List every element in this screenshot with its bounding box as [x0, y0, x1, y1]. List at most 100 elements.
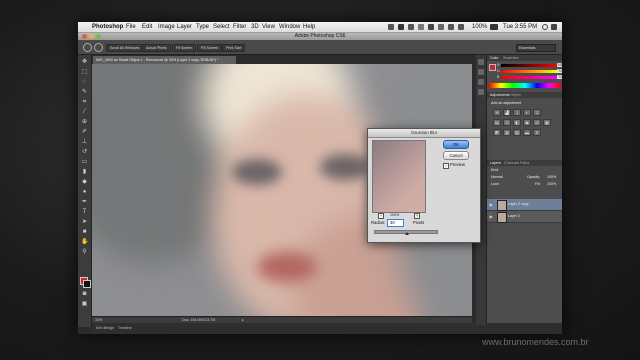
menu-3d[interactable]: 3D: [251, 23, 259, 31]
gradient-map-adjustment-icon[interactable]: ▬: [523, 129, 531, 136]
tab-layers[interactable]: Layers: [490, 161, 501, 166]
blend-mode-select[interactable]: Normal: [491, 175, 503, 180]
gradient-tool-icon[interactable]: ▮: [81, 169, 88, 175]
ps-tray-icon[interactable]: [388, 24, 394, 30]
fit-screen-button[interactable]: Fit Screen: [172, 44, 197, 52]
tab-styles[interactable]: Styles: [511, 93, 521, 98]
mini-bridge-tab[interactable]: Mini Bridge: [96, 325, 114, 331]
opacity-value[interactable]: 100%: [547, 175, 556, 180]
quick-selection-tool-icon[interactable]: ✎: [81, 89, 88, 95]
menu-type[interactable]: Type: [196, 23, 209, 31]
menu-filter[interactable]: Filter: [233, 23, 246, 31]
shape-tool-icon[interactable]: ■: [81, 229, 88, 235]
tab-swatches[interactable]: Swatches: [503, 56, 519, 61]
actual-pixels-button[interactable]: Actual Pixels: [142, 44, 171, 52]
blue-slider[interactable]: [501, 76, 557, 79]
crop-tool-icon[interactable]: ⌗: [81, 99, 88, 105]
hue-saturation-adjustment-icon[interactable]: ▤: [493, 119, 501, 126]
timeline-tab[interactable]: Timeline: [118, 325, 131, 331]
cancel-button[interactable]: Cancel: [443, 151, 469, 160]
brush-tool-icon[interactable]: ✐: [81, 129, 88, 135]
menu-select[interactable]: Select: [213, 23, 230, 31]
menu-app-name[interactable]: Photoshop: [92, 23, 123, 31]
workspace-switcher[interactable]: Essentials: [516, 44, 556, 52]
ok-button[interactable]: OK: [443, 140, 469, 149]
red-slider[interactable]: [501, 64, 557, 67]
tab-paths[interactable]: Paths: [520, 161, 529, 166]
blur-preview-window[interactable]: [372, 140, 426, 213]
menu-edit[interactable]: Edit: [142, 23, 152, 31]
preview-checkbox[interactable]: ✓: [443, 163, 449, 169]
invert-adjustment-icon[interactable]: ◩: [493, 129, 501, 136]
menu-file[interactable]: File: [126, 23, 136, 31]
color-lookup-adjustment-icon[interactable]: ▦: [543, 119, 551, 126]
visibility-eye-icon[interactable]: ◉: [489, 214, 493, 219]
properties-panel-icon[interactable]: [478, 69, 484, 75]
menu-layer[interactable]: Layer: [177, 23, 192, 31]
menu-help[interactable]: Help: [303, 23, 315, 31]
levels-adjustment-icon[interactable]: ▟: [503, 109, 511, 116]
pen-tool-icon[interactable]: ✒: [81, 199, 88, 205]
photo-filter-adjustment-icon[interactable]: ◉: [523, 119, 531, 126]
green-slider[interactable]: [501, 70, 557, 73]
history-panel-icon[interactable]: [478, 59, 484, 65]
minimize-window-button[interactable]: [89, 34, 94, 39]
fill-screen-button[interactable]: Fill Screen: [197, 44, 222, 52]
background-color-swatch[interactable]: [83, 280, 91, 288]
menu-view[interactable]: View: [262, 23, 275, 31]
color-balance-adjustment-icon[interactable]: ⚖: [503, 119, 511, 126]
curves-adjustment-icon[interactable]: ∫: [513, 109, 521, 116]
battery-icon[interactable]: [490, 24, 498, 30]
lasso-tool-icon[interactable]: ◌: [81, 79, 88, 85]
vibrance-adjustment-icon[interactable]: ▽: [533, 109, 541, 116]
radius-input[interactable]: 30: [387, 219, 404, 227]
tray-icon[interactable]: [398, 24, 404, 30]
zoom-tool-sidebar-icon[interactable]: ⚲: [81, 249, 88, 255]
dodge-tool-icon[interactable]: ●: [81, 189, 88, 195]
close-window-button[interactable]: [82, 34, 87, 39]
quick-mask-icon[interactable]: ◙: [81, 291, 88, 297]
zoom-tool-icon[interactable]: [83, 43, 92, 52]
red-value[interactable]: 245: [557, 63, 562, 67]
zoom-in-button[interactable]: +: [414, 213, 420, 219]
healing-brush-tool-icon[interactable]: ⊕: [81, 119, 88, 125]
menu-window[interactable]: Window: [279, 23, 300, 31]
zoom-out-button[interactable]: −: [378, 213, 384, 219]
eraser-tool-icon[interactable]: ▭: [81, 159, 88, 165]
character-panel-icon[interactable]: [478, 89, 484, 95]
eyedropper-tool-icon[interactable]: ⁄: [81, 109, 88, 115]
tab-channels[interactable]: Channels: [504, 161, 519, 166]
screen-mode-icon[interactable]: ▣: [81, 301, 88, 307]
volume-icon[interactable]: [458, 24, 464, 30]
wifi-icon[interactable]: [448, 24, 454, 30]
type-tool-icon[interactable]: T: [81, 209, 88, 215]
zoom-window-button[interactable]: [96, 34, 101, 39]
dialog-titlebar[interactable]: Gaussian Blur: [368, 129, 480, 138]
path-selection-tool-icon[interactable]: ➤: [81, 219, 88, 225]
threshold-adjustment-icon[interactable]: ▨: [513, 129, 521, 136]
time-machine-icon[interactable]: [438, 24, 444, 30]
green-value[interactable]: 72: [557, 69, 562, 73]
history-brush-tool-icon[interactable]: ↺: [81, 149, 88, 155]
clone-stamp-tool-icon[interactable]: ⊥: [81, 139, 88, 145]
layer-row[interactable]: ◉ Layer 2: [487, 211, 562, 223]
black-white-adjustment-icon[interactable]: ◧: [513, 119, 521, 126]
color-spectrum-ramp[interactable]: [489, 83, 561, 88]
panel-foreground-swatch[interactable]: [489, 64, 496, 71]
marquee-tool-icon[interactable]: ⬚: [81, 69, 88, 75]
fill-value[interactable]: 100%: [547, 182, 556, 187]
radius-slider-knob[interactable]: [405, 232, 410, 235]
layer-filter-kind[interactable]: Kind: [491, 168, 498, 173]
hand-tool-icon[interactable]: ✋: [81, 239, 88, 245]
menubar-clock[interactable]: Tue 3:55 PM: [503, 23, 537, 31]
layer-row[interactable]: ◉ Layer 2 copy: [487, 199, 562, 211]
channel-mixer-adjustment-icon[interactable]: ◎: [533, 119, 541, 126]
selective-color-adjustment-icon[interactable]: ✕: [533, 129, 541, 136]
menu-image[interactable]: Image: [158, 23, 175, 31]
exposure-adjustment-icon[interactable]: ◐: [523, 109, 531, 116]
info-panel-icon[interactable]: [478, 79, 484, 85]
tab-adjustments[interactable]: Adjustments: [490, 93, 510, 98]
sync-icon[interactable]: [418, 24, 424, 30]
posterize-adjustment-icon[interactable]: ▥: [503, 129, 511, 136]
dropbox-icon[interactable]: [408, 24, 414, 30]
